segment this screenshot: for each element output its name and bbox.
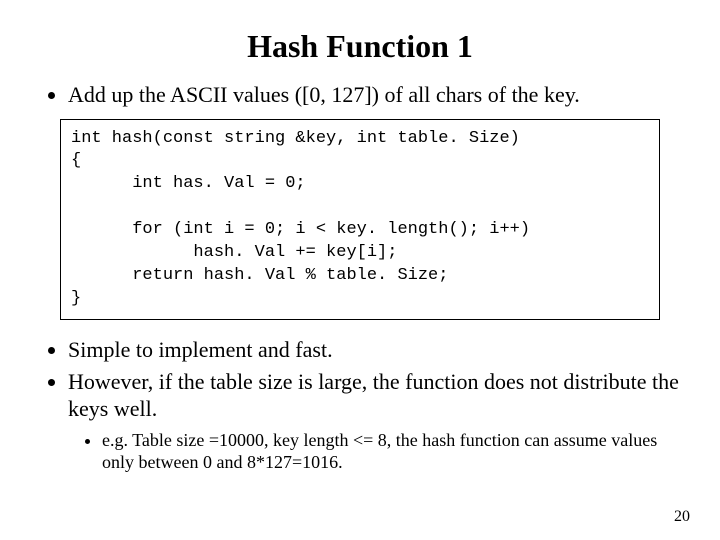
slide: Hash Function 1 Add up the ASCII values …	[0, 0, 720, 540]
intro-list: Add up the ASCII values ([0, 127]) of al…	[40, 81, 680, 109]
slide-title: Hash Function 1	[40, 28, 680, 65]
intro-bullet: Add up the ASCII values ([0, 127]) of al…	[68, 81, 680, 109]
page-number: 20	[674, 508, 690, 526]
sub-list: e.g. Table size =10000, key length <= 8,…	[68, 429, 680, 474]
points-list: Simple to implement and fast. However, i…	[40, 336, 680, 474]
point-however: However, if the table size is large, the…	[68, 368, 680, 423]
code-block: int hash(const string &key, int table. S…	[60, 119, 660, 321]
sub-example: e.g. Table size =10000, key length <= 8,…	[102, 429, 680, 474]
point-simple: Simple to implement and fast.	[68, 336, 680, 364]
